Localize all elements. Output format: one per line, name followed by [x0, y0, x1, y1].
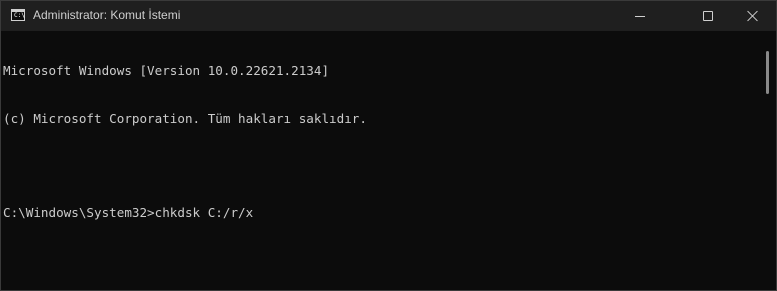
maximize-icon: [703, 11, 713, 21]
command-prompt-window: C:\ Administrator: Komut İstemi Microsof…: [0, 0, 777, 291]
minimize-button[interactable]: [617, 1, 663, 31]
console-output[interactable]: Microsoft Windows [Version 10.0.22621.21…: [1, 31, 758, 290]
window-title: Administrator: Komut İstemi: [33, 8, 181, 22]
close-icon: [747, 10, 759, 22]
maximize-button[interactable]: [685, 1, 731, 31]
command-line[interactable]: C:\Windows\System32>chkdsk C:/r/x: [3, 205, 758, 221]
cmd-icon-prompt: C:\: [14, 12, 25, 19]
minimize-icon: [635, 15, 645, 17]
scrollbar-thumb[interactable]: [766, 51, 769, 94]
console-line: (c) Microsoft Corporation. Tüm hakları s…: [3, 110, 367, 126]
close-button[interactable]: [730, 1, 776, 31]
cmd-icon: C:\: [11, 9, 25, 21]
console-line: Microsoft Windows [Version 10.0.22621.21…: [3, 63, 330, 79]
vertical-scrollbar[interactable]: [758, 31, 776, 290]
title-bar[interactable]: C:\ Administrator: Komut İstemi: [1, 1, 776, 31]
